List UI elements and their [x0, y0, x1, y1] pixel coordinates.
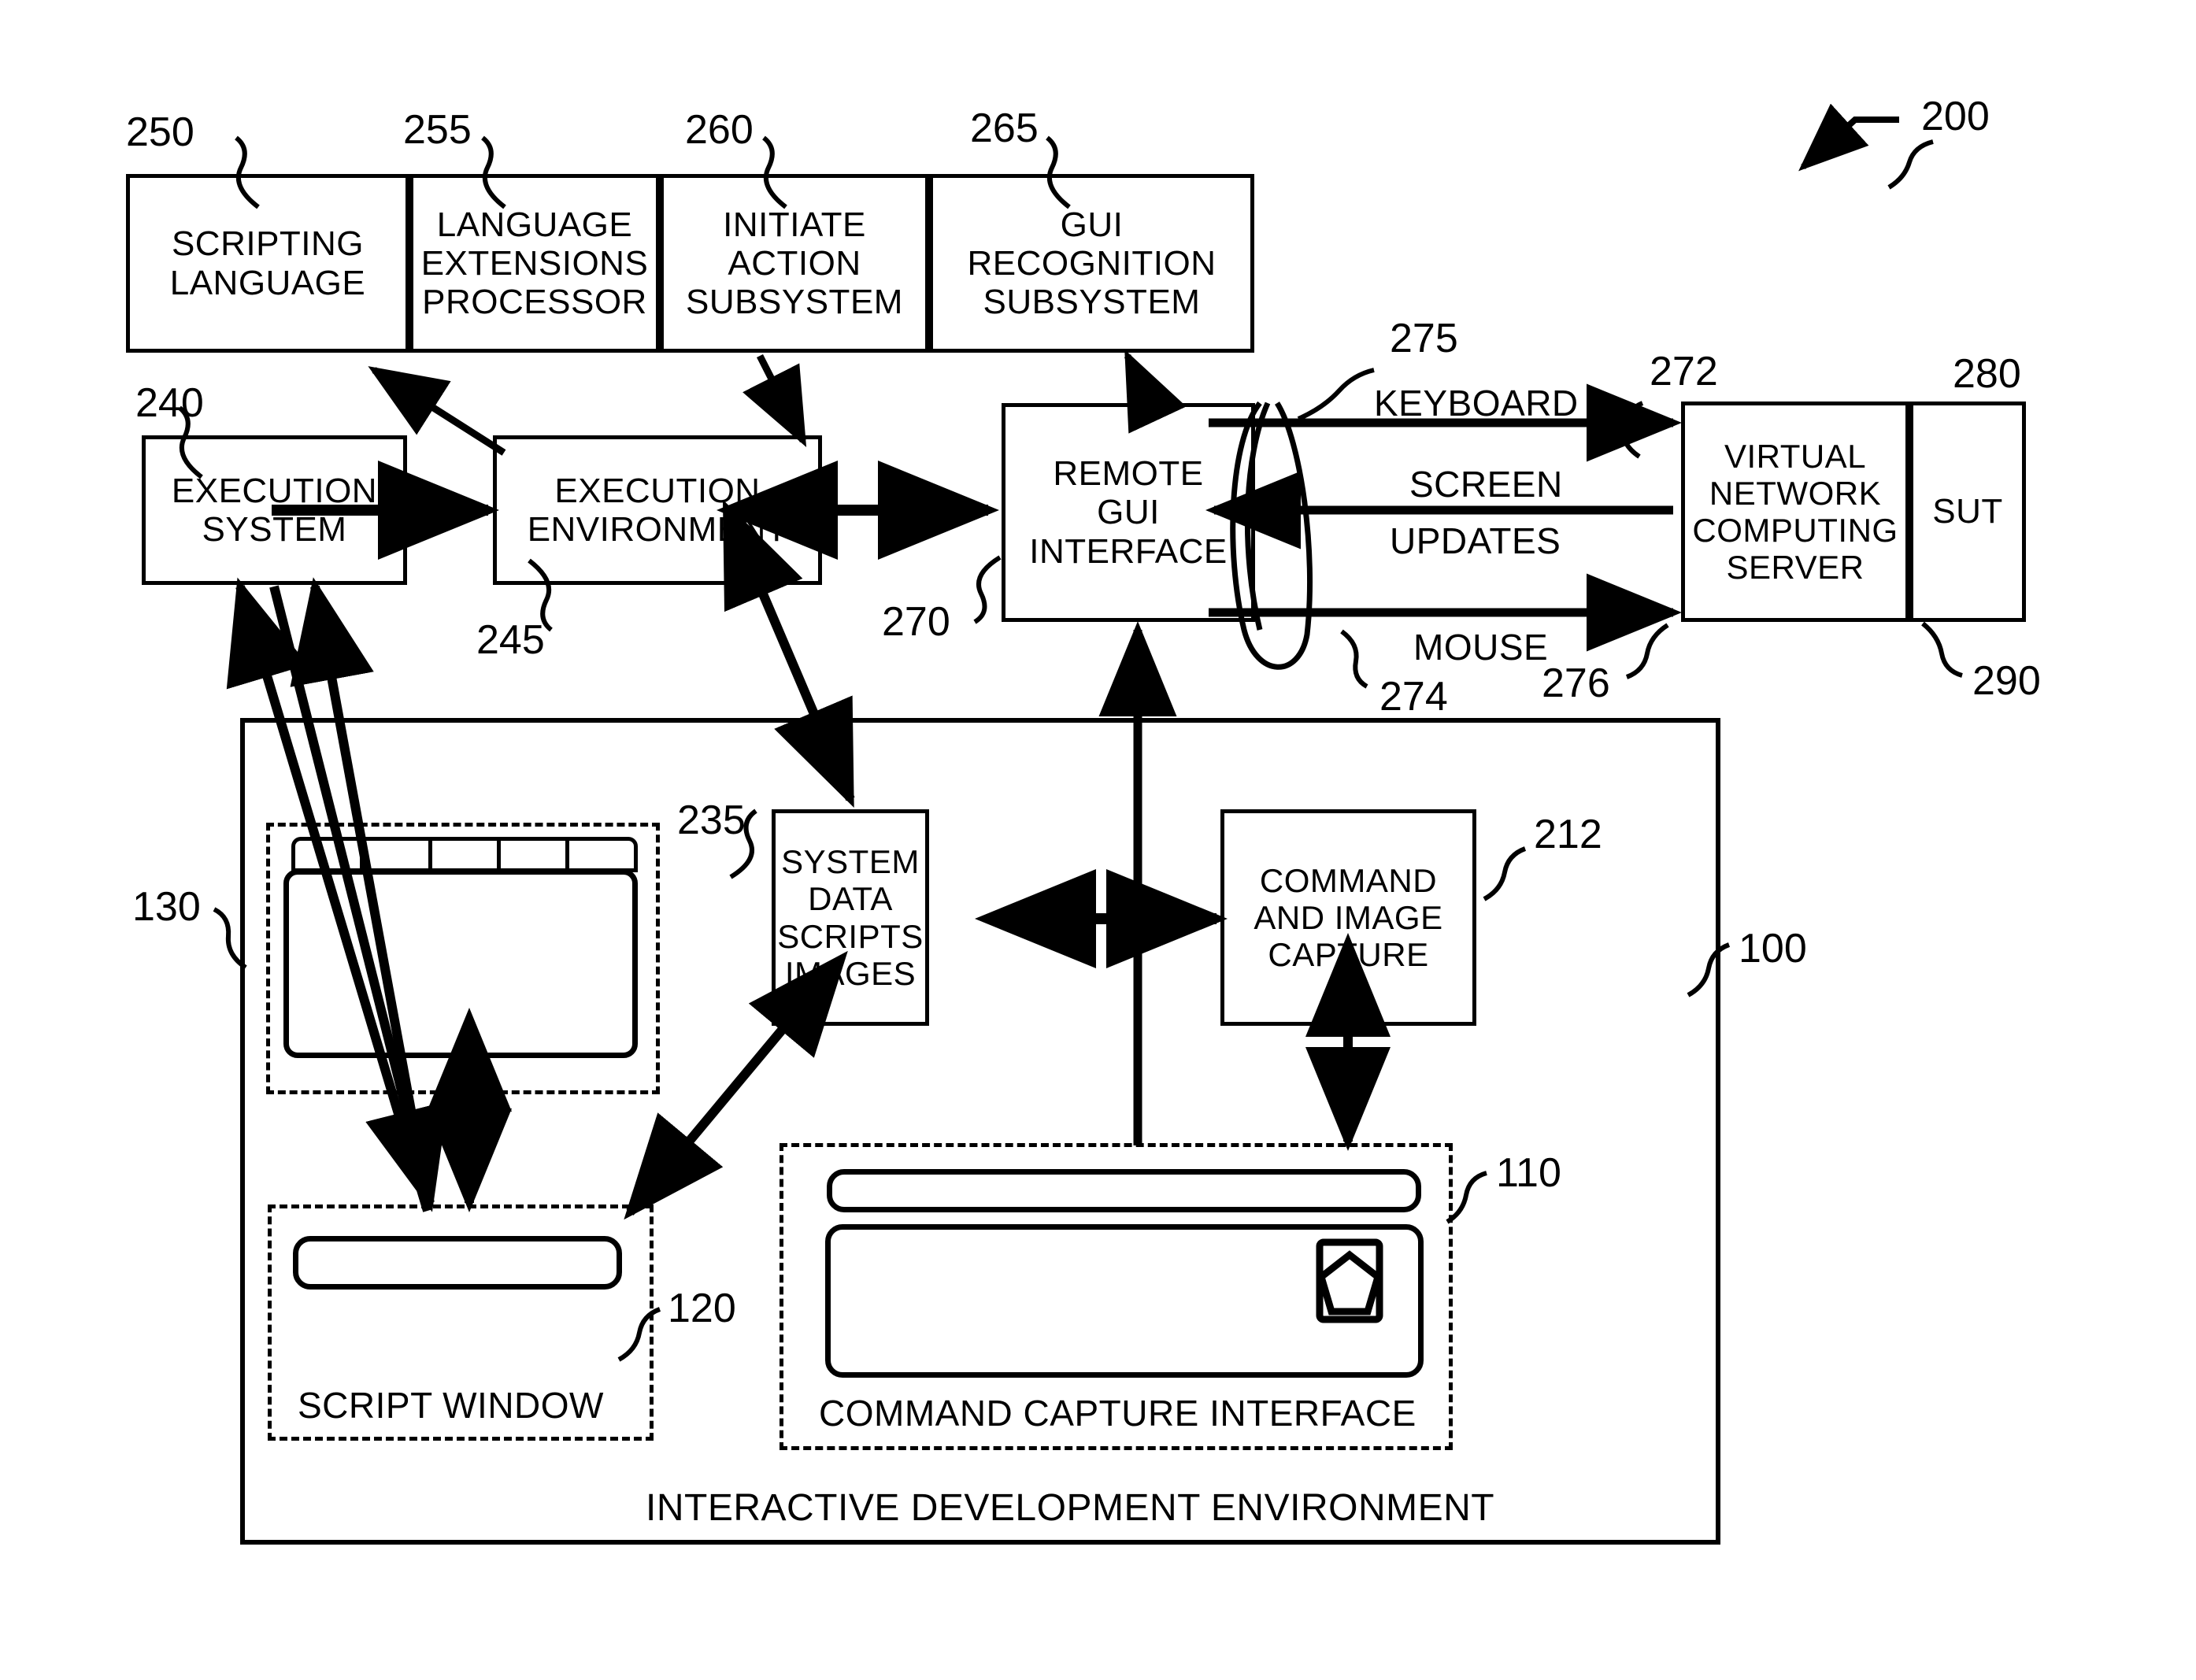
box-remote-gui-interface-line-3: INTERFACE [1029, 531, 1228, 571]
box-vnc-line-1: VIRTUAL [1724, 437, 1867, 475]
box-execution-environment-line-1: EXECUTION [554, 471, 761, 510]
tab-item[interactable] [360, 837, 428, 872]
label-updates-channel: UPDATES [1390, 520, 1561, 561]
box-vnc-line-3: COMPUTING [1692, 512, 1898, 549]
ref-235: 235 [677, 797, 746, 843]
label-mouse-channel: MOUSE [1413, 627, 1549, 668]
box-remote-gui-interface-line-2: GUI [1097, 493, 1160, 532]
figure-ref-arrow [1798, 103, 1899, 172]
ref-270: 270 [882, 599, 950, 645]
box-execution-environment[interactable]: EXECUTION ENVIRONMENT [493, 435, 822, 585]
label-keyboard-channel: KEYBOARD [1374, 383, 1579, 424]
tabbed-panel-tabs[interactable] [291, 837, 638, 872]
box-scripting-language[interactable]: SCRIPTING LANGUAGE [126, 174, 409, 353]
label-screen-channel: SCREEN [1409, 464, 1563, 505]
box-vnc-line-2: NETWORK [1709, 474, 1882, 512]
ref-212: 212 [1534, 812, 1602, 857]
ref-250: 250 [126, 109, 194, 155]
ref-240: 240 [135, 380, 204, 426]
command-capture-canvas[interactable] [825, 1224, 1424, 1378]
ref-265: 265 [970, 105, 1039, 151]
ref-290: 290 [1972, 658, 2041, 704]
box-initiate-action-subsystem-line-3: SUBSYSTEM [686, 283, 903, 322]
arrow-initiate-action-to-exec-env [742, 353, 807, 448]
box-command-capture-line-2: AND IMAGE [1254, 898, 1443, 936]
ref-200: 200 [1921, 94, 1990, 139]
command-capture-toolbar-field[interactable] [827, 1169, 1421, 1212]
tab-item[interactable] [565, 837, 638, 872]
ref-275: 275 [1390, 316, 1458, 361]
box-language-extensions-processor-line-1: LANGUAGE [436, 205, 633, 244]
ref-245: 245 [476, 617, 545, 663]
box-command-capture-line-1: COMMAND [1259, 861, 1438, 899]
ref-276: 274 [1379, 674, 1448, 720]
ref-260: 260 [685, 107, 754, 153]
box-gui-recognition-subsystem[interactable]: GUI RECOGNITION SUBSYSTEM [929, 174, 1254, 353]
box-scripting-language-line-2: LANGUAGE [169, 263, 366, 302]
box-sut[interactable]: SUT [1909, 401, 2026, 622]
box-language-extensions-processor[interactable]: LANGUAGE EXTENSIONS PROCESSOR [409, 174, 660, 353]
tabbed-panel-body[interactable] [283, 869, 638, 1058]
box-system-data-scripts-images[interactable]: SYSTEM DATA SCRIPTS IMAGES [772, 809, 929, 1026]
box-virtual-network-computing-server[interactable]: VIRTUAL NETWORK COMPUTING SERVER [1681, 401, 1909, 622]
box-gui-recognition-subsystem-line-2: RECOGNITION [967, 243, 1217, 283]
ref-130: 130 [132, 884, 201, 930]
ref-280: 280 [1953, 351, 2021, 397]
ref-120: 120 [668, 1286, 736, 1331]
script-window-editor-field[interactable] [293, 1236, 622, 1290]
ref-100: 100 [1739, 926, 1807, 971]
box-system-data-line-2: DATA [808, 880, 893, 918]
box-system-data-line-3: SCRIPTS [777, 917, 924, 955]
tab-item[interactable] [291, 837, 360, 872]
box-initiate-action-subsystem-line-1: INITIATE [723, 205, 866, 244]
tab-item[interactable] [428, 837, 497, 872]
box-execution-system-line-2: SYSTEM [202, 510, 347, 549]
box-language-extensions-processor-line-2: EXTENSIONS [420, 243, 649, 283]
box-language-extensions-processor-line-3: PROCESSOR [422, 283, 647, 322]
ide-title: INTERACTIVE DEVELOPMENT ENVIRONMENT [646, 1487, 1495, 1529]
box-remote-gui-interface[interactable]: REMOTE GUI INTERFACE [1002, 403, 1255, 622]
box-scripting-language-line-1: SCRIPTING [171, 224, 365, 264]
box-gui-recognition-subsystem-line-3: SUBSYSTEM [983, 283, 1201, 322]
tab-item[interactable] [497, 837, 565, 872]
box-system-data-line-1: SYSTEM [781, 843, 920, 881]
box-remote-gui-interface-line-1: REMOTE [1053, 454, 1204, 494]
ref-272: 272 [1650, 349, 1718, 394]
ref-110: 110 [1496, 1150, 1561, 1196]
box-command-and-image-capture[interactable]: COMMAND AND IMAGE CAPTURE [1220, 809, 1476, 1026]
box-execution-system-line-1: EXECUTION [171, 471, 378, 510]
box-system-data-line-4: IMAGES [784, 954, 917, 992]
box-sut-label: SUT [1932, 492, 2003, 531]
box-execution-environment-line-2: ENVIRONMENT [527, 510, 788, 549]
box-initiate-action-subsystem[interactable]: INITIATE ACTION SUBSYSTEM [660, 174, 929, 353]
box-initiate-action-subsystem-line-2: ACTION [728, 243, 861, 283]
command-capture-interface-title: COMMAND CAPTURE INTERFACE [819, 1393, 1416, 1434]
box-command-capture-line-3: CAPTURE [1268, 936, 1429, 974]
box-gui-recognition-subsystem-line-1: GUI [1060, 205, 1124, 244]
box-execution-system[interactable]: EXECUTION SYSTEM [142, 435, 407, 585]
ref-274: 276 [1542, 661, 1610, 706]
script-window-title: SCRIPT WINDOW [298, 1385, 604, 1426]
arrow-remote-gui-to-gui-recognition [1124, 349, 1187, 434]
patent-figure-canvas: SCRIPTING LANGUAGE LANGUAGE EXTENSIONS P… [0, 0, 2196, 1680]
ref-255: 255 [403, 107, 472, 153]
box-vnc-line-4: SERVER [1726, 549, 1865, 587]
